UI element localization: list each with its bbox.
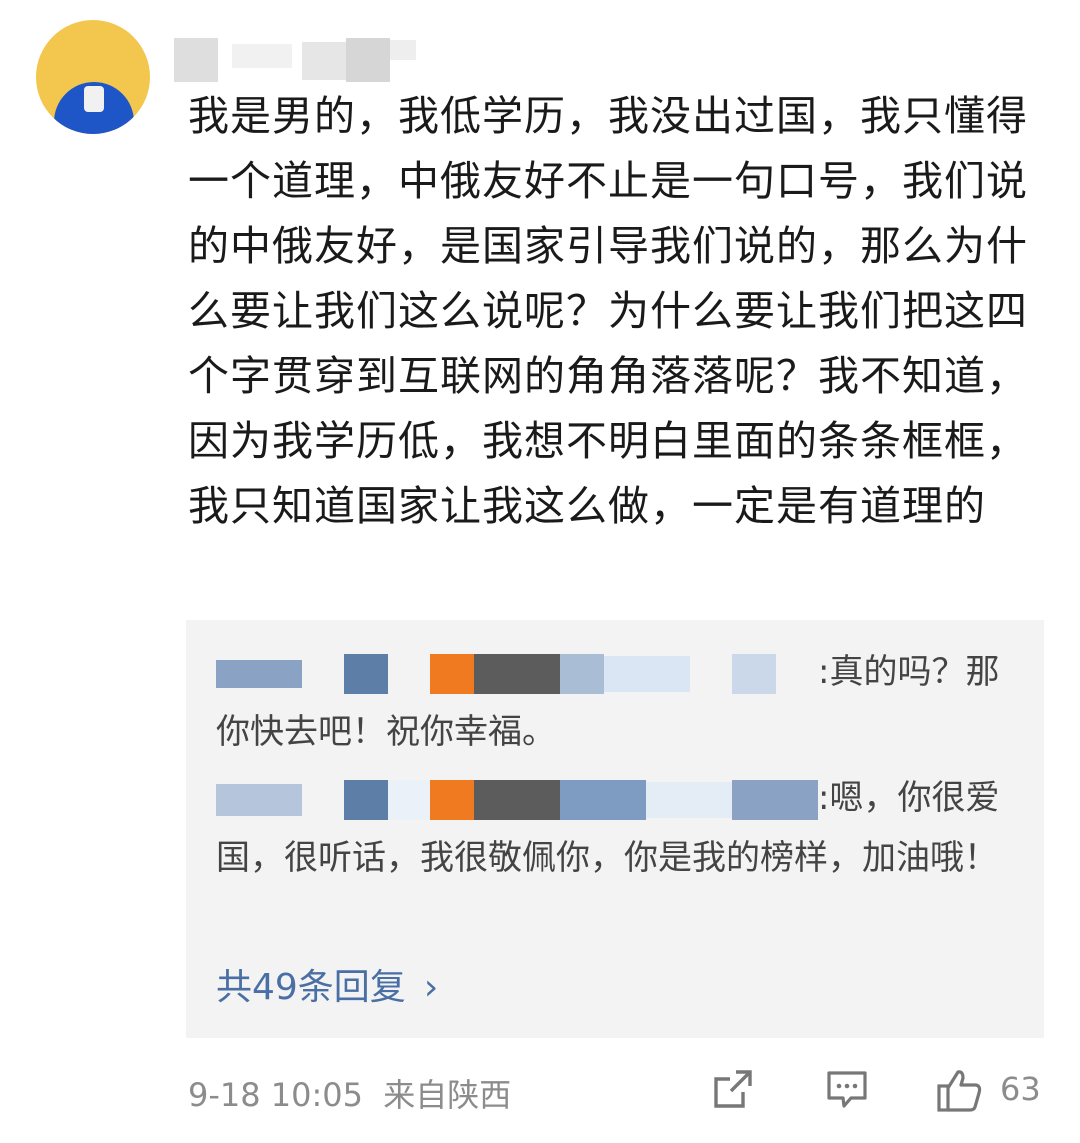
redaction-block <box>474 779 560 820</box>
redaction-block <box>232 44 292 68</box>
comment-footer: 9-18 10:05 来自陕西 63 <box>188 1066 1048 1118</box>
redaction-block <box>174 38 218 82</box>
comment-text: 我是男的，我低学历，我没出过国，我只懂得一个道理，中俄友好不止是一句口号，我们说… <box>188 92 1028 530</box>
redaction-block <box>430 779 474 820</box>
chevron-right-icon: › <box>423 967 439 1008</box>
redaction-block <box>216 783 302 816</box>
redaction-block <box>732 653 776 694</box>
reply-count-label: 共49条回复 <box>216 967 406 1008</box>
redaction-block <box>216 659 302 688</box>
redaction-block <box>560 779 646 820</box>
replies-panel: :真的吗？那你快去吧！祝你幸福。 :嗯，你很爱国，很听话，我很敬佩你，你是我的榜… <box>186 620 1044 1038</box>
comment-icon <box>827 1071 867 1108</box>
redaction-block <box>390 40 416 60</box>
reply-author-redacted[interactable] <box>216 653 818 694</box>
redaction-block <box>560 653 604 694</box>
reply-item[interactable]: :真的吗？那你快去吧！祝你幸福。 <box>216 642 1006 762</box>
redaction-block <box>604 655 690 692</box>
comment-date: 9-18 10:05 <box>188 1076 364 1114</box>
redaction-block <box>388 779 432 820</box>
share-icon <box>714 1070 752 1108</box>
redaction-block <box>646 781 732 818</box>
redaction-block <box>344 779 388 820</box>
redaction-block <box>344 653 388 694</box>
like-count: 63 <box>1000 1070 1041 1108</box>
comment-location: 来自陕西 <box>383 1076 512 1114</box>
reply-author-redacted[interactable] <box>216 779 818 820</box>
reply-item[interactable]: :嗯，你很爱国，很听话，我很敬佩你，你是我的榜样，加油哦！ <box>216 768 1006 888</box>
redaction-block <box>302 42 346 80</box>
redaction-block <box>430 653 474 694</box>
thumbs-up-icon <box>937 1070 982 1112</box>
redaction-block <box>732 779 818 820</box>
comment-meta: 9-18 10:05 来自陕西 <box>188 1070 511 1116</box>
username-redacted[interactable] <box>172 30 432 82</box>
redaction-block <box>474 653 560 694</box>
avatar[interactable] <box>36 20 150 134</box>
like-button[interactable] <box>936 1066 984 1118</box>
share-button[interactable] <box>710 1066 756 1116</box>
avatar-collar <box>84 86 104 112</box>
redaction-block <box>346 38 390 82</box>
view-all-replies-link[interactable]: 共49条回复 › <box>216 958 438 1010</box>
comment-button[interactable] <box>824 1066 870 1116</box>
